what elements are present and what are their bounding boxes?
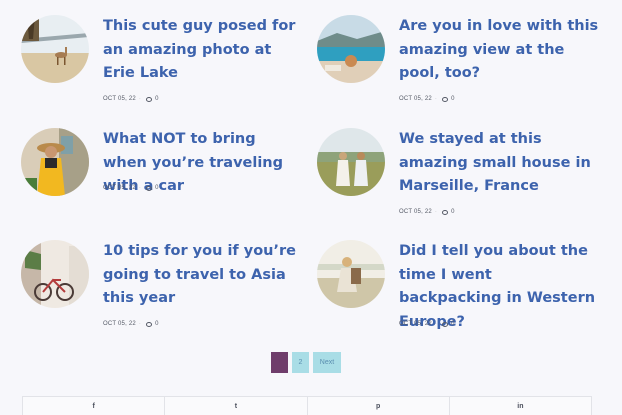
comment-count[interactable]: 0 <box>451 321 455 327</box>
comment-icon <box>146 96 153 102</box>
page-2-link[interactable]: 2 <box>292 352 309 373</box>
comment-count[interactable]: 0 <box>155 96 159 102</box>
linkedin-icon: in <box>517 402 524 410</box>
post-title[interactable]: This cute guy posed for an amazing photo… <box>103 15 303 86</box>
post-card: Did I tell you about the time I went bac… <box>317 240 597 332</box>
post-thumbnail[interactable] <box>317 128 385 196</box>
twitter-icon: t <box>234 402 238 410</box>
post-date: OCT 05, 22 <box>399 321 432 327</box>
post-meta: OCT 05, 22 · 0 <box>399 321 455 327</box>
comment-icon <box>442 209 449 215</box>
post-card: This cute guy posed for an amazing photo… <box>21 15 301 105</box>
comment-icon <box>146 321 153 327</box>
comment-count[interactable]: 0 <box>155 321 159 327</box>
post-date: OCT 05, 22 <box>103 96 136 102</box>
post-thumbnail[interactable] <box>317 15 385 83</box>
pinterest-icon: p <box>375 402 381 410</box>
page-1-current[interactable]: 1 <box>271 352 288 373</box>
next-page-link[interactable]: Next <box>313 352 341 373</box>
separator: · <box>138 321 142 327</box>
post-title[interactable]: We stayed at this amazing small house in… <box>399 128 599 199</box>
post-meta: OCT 05, 22 · 0 <box>103 185 159 191</box>
post-meta: OCT 05, 22 · 0 <box>399 96 455 102</box>
post-meta: OCT 05, 22 · 0 <box>103 96 159 102</box>
post-date: OCT 05, 22 <box>399 96 432 102</box>
share-bar: f t p in <box>22 396 592 415</box>
separator: · <box>434 321 438 327</box>
post-date: OCT 05, 22 <box>399 209 432 215</box>
post-thumbnail[interactable] <box>21 15 89 83</box>
post-title[interactable]: Did I tell you about the time I went bac… <box>399 240 599 334</box>
comment-count[interactable]: 0 <box>451 96 455 102</box>
post-thumbnail[interactable] <box>21 240 89 308</box>
post-title[interactable]: Are you in love with this amazing view a… <box>399 15 599 86</box>
comment-icon <box>442 321 449 327</box>
comment-count[interactable]: 0 <box>451 209 455 215</box>
separator: · <box>434 209 438 215</box>
post-meta: OCT 05, 22 · 0 <box>103 321 159 327</box>
post-card: We stayed at this amazing small house in… <box>317 128 597 220</box>
post-thumbnail[interactable] <box>317 240 385 308</box>
comment-icon <box>442 96 449 102</box>
share-twitter-button[interactable]: t <box>165 397 308 415</box>
post-card: What NOT to bring when you’re traveling … <box>21 128 301 198</box>
post-meta: OCT 05, 22 · 0 <box>399 209 455 215</box>
separator: · <box>138 96 142 102</box>
post-thumbnail[interactable] <box>21 128 89 196</box>
facebook-icon: f <box>92 402 95 410</box>
pagination: 1 2 Next <box>271 352 341 373</box>
post-card: Are you in love with this amazing view a… <box>317 15 599 105</box>
post-card: 10 tips for you if you’re going to trave… <box>21 240 301 332</box>
share-linkedin-button[interactable]: in <box>450 397 591 415</box>
post-date: OCT 05, 22 <box>103 321 136 327</box>
separator: · <box>434 96 438 102</box>
comment-icon <box>146 185 153 191</box>
separator: · <box>138 185 142 191</box>
post-date: OCT 05, 22 <box>103 185 136 191</box>
post-grid: This cute guy posed for an amazing photo… <box>0 0 622 350</box>
share-facebook-button[interactable]: f <box>23 397 166 415</box>
share-pinterest-button[interactable]: p <box>308 397 450 415</box>
post-title[interactable]: 10 tips for you if you’re going to trave… <box>103 240 303 311</box>
comment-count[interactable]: 0 <box>155 185 159 191</box>
